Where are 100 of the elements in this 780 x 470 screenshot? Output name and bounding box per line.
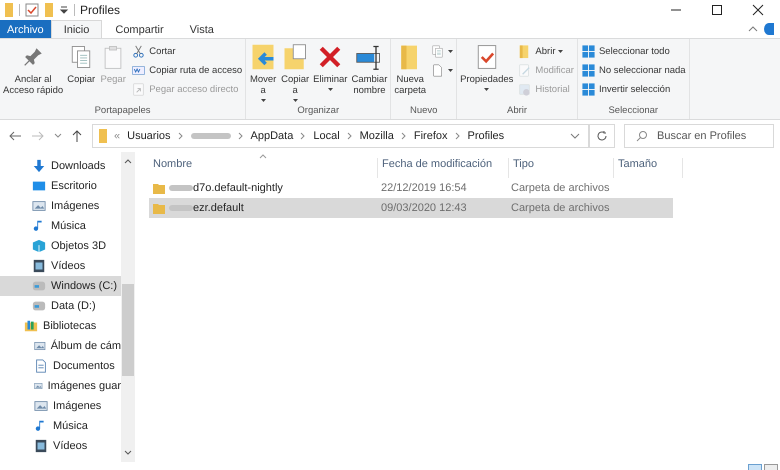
sort-caret-icon	[259, 154, 267, 159]
search-field[interactable]: Buscar en Profiles	[624, 124, 774, 148]
folder-icon	[153, 182, 165, 194]
chevron-up-icon[interactable]	[124, 158, 132, 164]
ribbon-tab[interactable]: Inicio	[50, 20, 102, 38]
blurred-text	[190, 133, 231, 139]
tiles-view-icon[interactable]	[764, 464, 778, 470]
group-label: Abrir	[506, 105, 528, 118]
date-cell-text: 22/12/2019 16:54	[380, 182, 468, 194]
breadcrumb[interactable]: Mozilla	[360, 130, 394, 142]
chevron-down-icon[interactable]	[124, 450, 132, 456]
group-label: Nuevo	[408, 105, 438, 118]
film-icon	[34, 439, 48, 453]
ribbon-button[interactable]: Propiedades	[459, 41, 514, 105]
breadcrumb[interactable]: Profiles	[468, 130, 504, 142]
column-header[interactable]: Tipo	[509, 158, 614, 178]
sidebar-item[interactable]: Imágenes	[0, 396, 121, 416]
sidebar-item[interactable]: Windows (C:)	[0, 276, 121, 296]
breadcrumb-overflow[interactable]: «	[114, 130, 120, 142]
cube-icon	[32, 239, 46, 253]
file-name: ezr.default	[193, 202, 244, 214]
sidebar-item[interactable]: Documentos	[0, 356, 121, 376]
sidebar-item[interactable]: Vídeos	[0, 436, 121, 456]
ribbon-button[interactable]: Eliminar	[312, 41, 348, 105]
maximize-icon[interactable]	[711, 4, 723, 16]
chevron-icon[interactable]	[748, 25, 758, 33]
up-icon[interactable]	[71, 129, 83, 143]
chevron-icon[interactable]	[54, 133, 62, 139]
file-row[interactable]: d7o.default-nightly 22/12/2019 16:54 Carpeta de archivos	[149, 178, 673, 198]
chevron-right-icon	[400, 132, 407, 140]
shortcut-icon	[131, 82, 146, 97]
sidebar-item[interactable]: Escritorio	[0, 176, 121, 196]
group-label: Organizar	[296, 105, 340, 118]
library-icon	[24, 319, 38, 333]
date-cell-text: 09/03/2020 12:43	[380, 202, 468, 214]
ribbon-button[interactable]: No seleccionar nada	[580, 62, 687, 79]
sidebar-item[interactable]: Imágenes	[0, 196, 121, 216]
type-cell-text: Carpeta de archivos	[510, 182, 610, 194]
chevron-icon[interactable]	[570, 133, 580, 139]
sidebar-item[interactable]: Data (D:)	[0, 296, 121, 316]
breadcrumb[interactable]: AppData	[250, 130, 294, 142]
sidebar-item[interactable]: Álbum de cám	[0, 336, 121, 356]
group-label: Seleccionar	[607, 105, 660, 118]
folder-icon	[4, 3, 14, 17]
ribbon-button[interactable]: Nueva carpeta	[393, 41, 428, 105]
breadcrumb[interactable]: Usuarios	[127, 130, 171, 142]
ribbon-tab[interactable]: Archivo	[0, 20, 51, 38]
ribbon-button[interactable]: Copiar	[66, 41, 96, 105]
sidebar-item[interactable]: Bibliotecas	[0, 316, 121, 336]
ribbon-button[interactable]: Abrir	[516, 43, 575, 60]
column-header[interactable]: Tamaño	[614, 158, 683, 178]
sidebar-item[interactable]: Vídeos	[0, 256, 121, 276]
sidebar-item[interactable]: Imágenes guar	[0, 376, 121, 396]
scissors-icon	[131, 44, 146, 59]
image-icon	[34, 339, 46, 353]
ribbon-button[interactable]: Cortar	[130, 43, 244, 60]
film-icon	[32, 259, 46, 273]
chevron-right-icon	[238, 132, 244, 140]
column-header[interactable]: Nombre	[149, 158, 378, 178]
drive-icon	[32, 299, 46, 313]
ribbon-button[interactable]: Copiar a	[280, 41, 310, 105]
image-icon	[32, 199, 46, 213]
ribbon-button[interactable]: Cambiar nombre	[350, 41, 388, 105]
ribbon-button[interactable]: Invertir selección	[580, 81, 687, 98]
breadcrumb[interactable]: Local	[313, 130, 340, 142]
type-cell-text: Carpeta de archivos	[510, 202, 610, 214]
ribbon-button[interactable]: Mover a	[248, 41, 278, 105]
close-icon[interactable]	[752, 4, 764, 16]
ribbon-button[interactable]: Anclar al Acceso rápido	[2, 41, 64, 105]
file-row[interactable]: ezr.default 09/03/2020 12:43 Carpeta de archivos	[149, 198, 673, 218]
refresh-button[interactable]	[589, 124, 615, 148]
file-name: d7o.default-nightly	[193, 182, 283, 194]
folder-icon	[153, 202, 165, 214]
window-title: Profiles	[80, 3, 120, 17]
sidebar-item[interactable]: Música	[0, 216, 121, 236]
copy-icon	[430, 44, 446, 59]
checklist-icon[interactable]	[25, 3, 39, 17]
grid-icon	[580, 44, 596, 59]
caret-icon[interactable]	[59, 5, 69, 15]
chevron-right-icon	[300, 132, 306, 140]
back-icon[interactable]	[8, 130, 22, 142]
edit-icon	[517, 63, 532, 78]
drive-icon	[32, 279, 46, 293]
sidebar-item[interactable]: Música	[0, 416, 121, 436]
chevron-right-icon	[178, 132, 184, 140]
folder-icon	[99, 129, 107, 143]
scrollbar[interactable]	[121, 152, 135, 462]
address-bar[interactable]: « Usuarios AppData Local Mozilla Firefox Profiles	[92, 124, 589, 148]
column-header[interactable]: Fecha de modificación	[378, 158, 509, 178]
ribbon-button[interactable]: Copiar ruta de acceso	[130, 62, 244, 79]
ribbon-tab[interactable]: Vista	[176, 20, 227, 38]
sidebar-item[interactable]: Objetos 3D	[0, 236, 121, 256]
grid-icon	[580, 82, 596, 97]
document-icon	[34, 359, 48, 373]
chevron-right-icon	[346, 132, 353, 140]
ribbon-tab[interactable]: Compartir	[102, 20, 177, 38]
ribbon-button[interactable]: Seleccionar todo	[580, 43, 687, 60]
history-icon	[517, 82, 532, 97]
breadcrumb[interactable]: Firefox	[414, 130, 448, 142]
sidebar-item[interactable]: Downloads	[0, 156, 121, 176]
